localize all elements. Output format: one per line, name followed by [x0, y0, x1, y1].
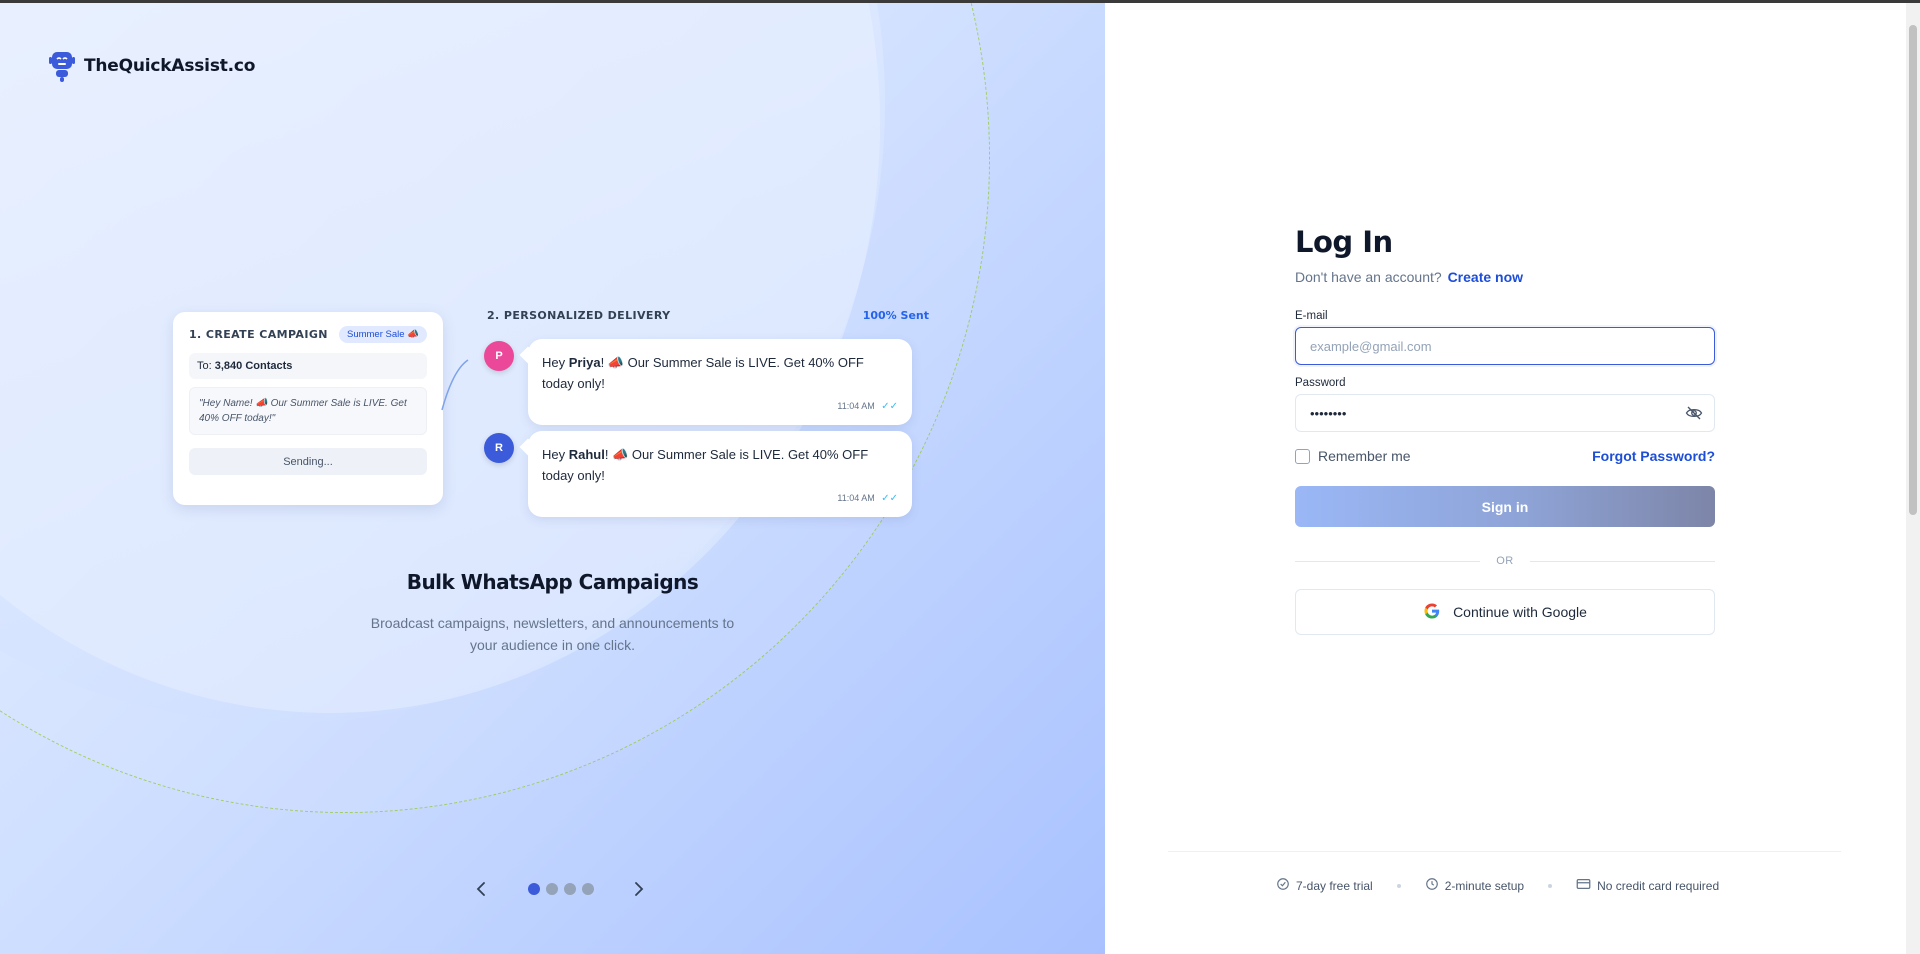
message-recipient-name: Rahul — [568, 447, 605, 462]
carousel-dot[interactable] — [528, 883, 540, 895]
carousel-dot[interactable] — [582, 883, 594, 895]
remember-me[interactable]: Remember me — [1295, 448, 1411, 464]
recipients-count: 3,840 Contacts — [214, 360, 293, 372]
chevron-right-icon[interactable] — [628, 878, 650, 900]
avatar-initial: P — [495, 350, 503, 362]
message-time: 11:04 AM — [837, 401, 875, 411]
chevron-left-icon[interactable] — [470, 878, 492, 900]
carousel-controls — [470, 878, 650, 900]
eye-off-icon[interactable] — [1685, 404, 1703, 427]
campaign-card-title: 1. CREATE CAMPAIGN — [189, 328, 328, 341]
google-button-label: Continue with Google — [1453, 604, 1587, 620]
avatar: P — [484, 341, 514, 371]
sending-status: Sending... — [189, 448, 427, 475]
benefit-label: 2-minute setup — [1444, 878, 1525, 893]
scrollbar-track[interactable] — [1906, 3, 1920, 954]
benefit-setup: 2-minute setup — [1425, 877, 1524, 894]
message-time: 11:04 AM — [837, 493, 875, 503]
delivery-header: 2. PERSONALIZED DELIVERY 100% Sent — [487, 309, 929, 322]
feature-title: Bulk WhatsApp Campaigns — [406, 570, 699, 594]
credit-card-icon — [1576, 877, 1591, 894]
brand-logo[interactable]: TheQuickAssist.co — [48, 49, 255, 83]
message-bubble: Hey Rahul! 📣 Our Summer Sale is LIVE. Ge… — [528, 431, 912, 517]
double-check-icon: ✓✓ — [881, 401, 898, 412]
carousel-dots — [528, 883, 594, 895]
carousel-dot[interactable] — [564, 883, 576, 895]
or-divider: OR — [1295, 555, 1715, 567]
login-form: Log In Don't have an account? Create now… — [1295, 225, 1715, 635]
clock-icon — [1425, 877, 1439, 894]
campaign-badge: Summer Sale 📣 — [338, 326, 427, 343]
create-campaign-card: 1. CREATE CAMPAIGN Summer Sale 📣 To: 3,8… — [173, 312, 443, 505]
flow-connector-line — [441, 359, 469, 411]
sign-in-button[interactable]: Sign in — [1295, 486, 1715, 527]
scrollbar-thumb[interactable] — [1909, 25, 1917, 515]
google-logo-icon — [1423, 602, 1441, 623]
or-label: OR — [1496, 555, 1514, 567]
robot-logo-icon — [48, 49, 76, 83]
remember-me-checkbox[interactable] — [1295, 448, 1310, 464]
feature-description: Broadcast campaigns, newsletters, and an… — [370, 615, 735, 653]
password-label: Password — [1295, 377, 1346, 389]
signup-prompt: Don't have an account? Create now — [1295, 269, 1715, 285]
no-account-text: Don't have an account? — [1295, 269, 1442, 285]
message-bubble: Hey Priya! 📣 Our Summer Sale is LIVE. Ge… — [528, 339, 912, 425]
remember-me-label: Remember me — [1318, 448, 1411, 464]
create-account-link[interactable]: Create now — [1448, 269, 1523, 285]
benefit-free-trial: 7-day free trial — [1276, 877, 1373, 894]
message-greeting: Hey — [542, 355, 566, 370]
password-field[interactable] — [1295, 394, 1715, 432]
delivery-status: 100% Sent — [862, 309, 929, 322]
double-check-icon: ✓✓ — [881, 493, 898, 504]
avatar-initial: R — [495, 442, 503, 454]
footer-divider — [1168, 851, 1841, 852]
benefit-no-card: No credit card required — [1576, 877, 1719, 894]
message-greeting: Hey — [542, 447, 566, 462]
check-circle-icon — [1276, 877, 1290, 894]
avatar: R — [484, 433, 514, 463]
footer-benefits: 7-day free trial 2-minute setup No credi… — [1276, 877, 1719, 894]
benefit-label: 7-day free trial — [1296, 878, 1373, 893]
carousel-dot[interactable] — [546, 883, 558, 895]
campaign-template-message: "Hey Name! 📣 Our Summer Sale is LIVE. Ge… — [189, 387, 427, 435]
brand-name: TheQuickAssist.co — [84, 56, 256, 76]
benefit-label: No credit card required — [1597, 878, 1720, 893]
recipients-prefix: To: — [197, 360, 212, 372]
google-sign-in-button[interactable]: Continue with Google — [1295, 589, 1715, 635]
forgot-password-link[interactable]: Forgot Password? — [1592, 448, 1715, 464]
delivery-title: 2. PERSONALIZED DELIVERY — [487, 309, 671, 322]
message-recipient-name: Priya — [568, 355, 601, 370]
email-field[interactable] — [1295, 327, 1715, 365]
campaign-recipients: To: 3,840 Contacts — [189, 353, 427, 379]
page-title: Log In — [1295, 225, 1393, 259]
email-label: E-mail — [1295, 310, 1328, 322]
